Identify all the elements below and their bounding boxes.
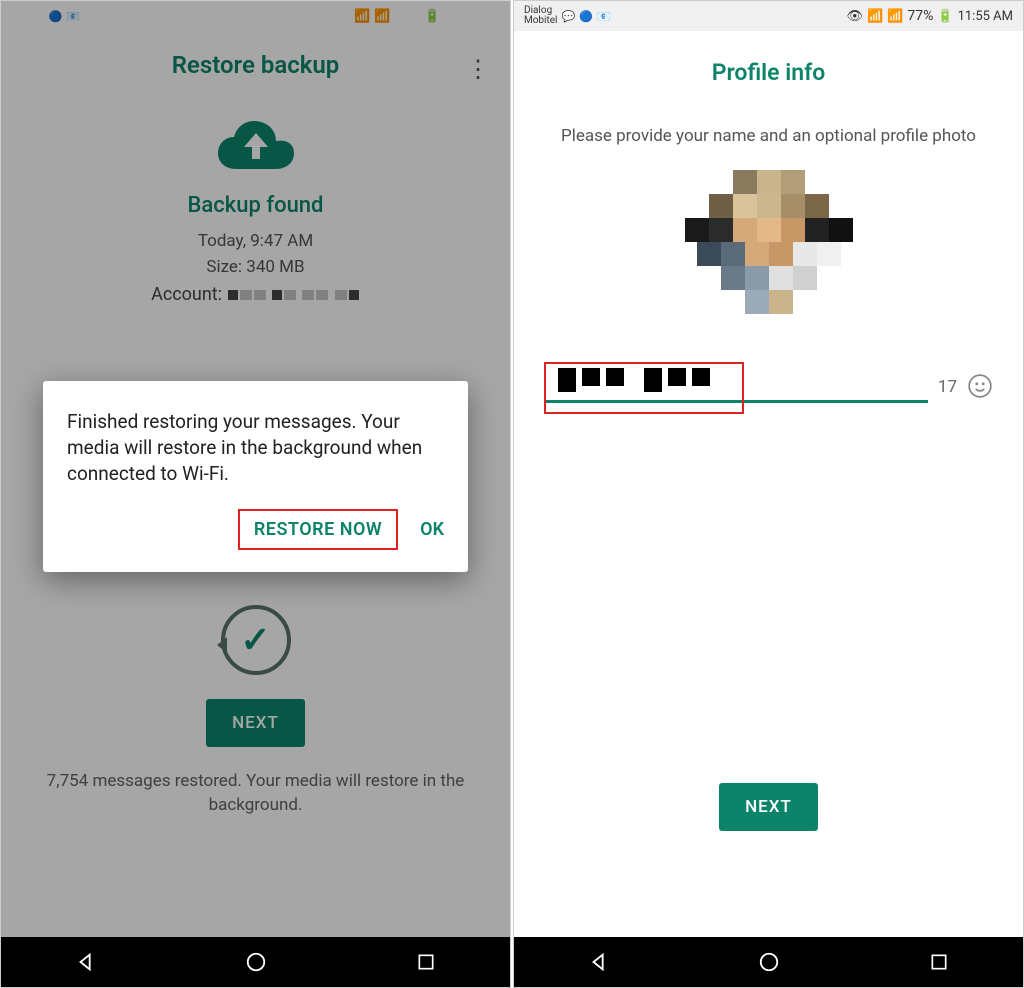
phone-left: Dialog Mobitel 🔵 📧 👁 📶 📶 77% 🔋 11:54 AM … [0,0,511,988]
profile-photo[interactable] [514,170,1023,340]
next-button[interactable]: NEXT [719,783,818,831]
name-input[interactable] [544,368,928,403]
notif-icon-2: 📧 [597,10,611,23]
restore-dialog: Finished restoring your messages. Your m… [43,381,468,572]
nav-home-icon[interactable] [758,951,780,973]
android-navbar [514,937,1023,987]
emoji-icon[interactable] [967,373,993,399]
nav-home-icon[interactable] [245,951,267,973]
phone-right: Dialog Mobitel 💬 🔵 📧 👁 📶 📶 77% 🔋 11:55 A… [513,0,1024,988]
clock-label: 11:55 AM [958,9,1013,24]
profile-subtitle: Please provide your name and an optional… [544,124,993,148]
status-bar: Dialog Mobitel 💬 🔵 📧 👁 📶 📶 77% 🔋 11:55 A… [514,1,1023,31]
carrier-label-2: Mobitel [524,16,558,26]
whatsapp-icon: 💬 [562,10,576,23]
signal-icon-2: 📶 [887,9,903,24]
restore-now-button[interactable]: RESTORE NOW [238,509,398,550]
battery-pct: 77% [907,8,933,24]
char-count: 17 [938,377,957,397]
signal-icon: 📶 [867,9,883,24]
nav-recent-icon[interactable] [929,952,949,972]
ok-button[interactable]: OK [420,519,444,540]
nav-recent-icon[interactable] [416,952,436,972]
battery-icon: 🔋 [937,9,953,24]
dialog-message: Finished restoring your messages. Your m… [67,409,444,487]
nav-back-icon[interactable] [588,951,610,973]
profile-info-title: Profile info [514,59,1023,86]
nav-back-icon[interactable] [75,951,97,973]
eye-icon: 👁 [846,9,863,24]
notif-icon: 🔵 [579,10,593,23]
android-navbar [1,937,510,987]
